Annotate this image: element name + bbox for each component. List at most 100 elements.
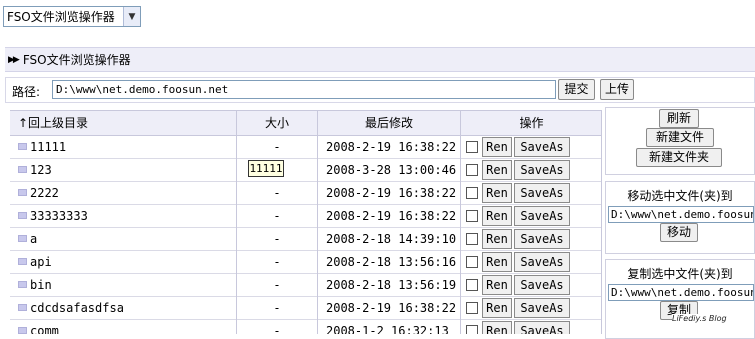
modified-header: 最后修改 [364, 116, 413, 130]
path-label: 路径: [12, 85, 41, 99]
actions-box: 刷新 新建文件 新建文件夹 [605, 107, 755, 175]
save-as-button[interactable]: SaveAs [514, 183, 570, 203]
save-as-button[interactable]: SaveAs [514, 298, 570, 318]
folder-icon [18, 281, 27, 288]
file-name-link[interactable]: comm [30, 320, 59, 334]
move-path-input[interactable]: D:\www\net.demo.foosun.net [608, 206, 754, 223]
double-arrow-icon: ▶▶ [8, 54, 20, 65]
chevron-down-icon[interactable]: ▼ [123, 7, 140, 26]
save-as-button[interactable]: SaveAs [514, 275, 570, 295]
watermark: LiFediy.s Blog [672, 314, 727, 323]
select-checkbox[interactable] [466, 302, 478, 314]
file-name-link[interactable]: 2222 [30, 182, 59, 204]
rename-button[interactable]: Ren [482, 229, 512, 249]
table-row: 11111 - 2008-2-19 16:38:22 Ren SaveAs [10, 136, 602, 159]
file-modified: 2008-3-28 13:00:46 [326, 163, 457, 177]
folder-icon [18, 212, 27, 219]
new-folder-button[interactable]: 新建文件夹 [636, 148, 722, 167]
move-box: 移动选中文件(夹)到 D:\www\net.demo.foosun.net 移动 [605, 181, 755, 254]
rename-button[interactable]: Ren [482, 321, 512, 334]
path-input[interactable]: D:\www\net.demo.foosun.net [52, 80, 556, 99]
file-name-link[interactable]: a [30, 228, 37, 250]
save-as-button[interactable]: SaveAs [514, 229, 570, 249]
rename-button[interactable]: Ren [482, 183, 512, 203]
rename-button[interactable]: Ren [482, 160, 512, 180]
folder-icon [18, 327, 27, 334]
folder-icon [18, 258, 27, 265]
rename-button[interactable]: Ren [482, 252, 512, 272]
file-name-link[interactable]: api [30, 251, 52, 273]
file-modified: 2008-2-19 16:38:22 [326, 186, 457, 200]
folder-icon [18, 189, 27, 196]
select-checkbox[interactable] [466, 164, 478, 176]
column-divider [317, 110, 318, 334]
move-button[interactable]: 移动 [660, 223, 698, 242]
save-as-button[interactable]: SaveAs [514, 206, 570, 226]
size-header: 大小 [264, 116, 289, 130]
action-header: 操作 [519, 116, 544, 130]
rename-button[interactable]: Ren [482, 275, 512, 295]
rename-button[interactable]: Ren [482, 298, 512, 318]
file-modified: 2008-2-18 13:56:16 [326, 255, 457, 269]
new-file-button[interactable]: 新建文件 [646, 128, 714, 147]
file-size: - [273, 301, 281, 315]
save-as-button[interactable]: SaveAs [514, 160, 570, 180]
file-name-link[interactable]: cdcdsafasdfsa [30, 297, 124, 319]
folder-icon [18, 143, 27, 150]
table-row: 2222 - 2008-2-19 16:38:22 Ren SaveAs [10, 182, 602, 205]
submit-button[interactable]: 提交 [558, 79, 595, 100]
select-checkbox[interactable] [466, 210, 478, 222]
file-size: - [273, 140, 281, 154]
copy-path-input[interactable]: D:\www\net.demo.foosun.net [608, 284, 754, 301]
copy-title: 复制选中文件(夹)到 [627, 267, 733, 281]
file-modified: 2008-2-19 16:38:22 [326, 140, 457, 154]
table-row: a - 2008-2-18 14:39:10 Ren SaveAs [10, 228, 602, 251]
file-modified: 2008-2-19 16:38:22 [326, 209, 457, 223]
select-checkbox[interactable] [466, 233, 478, 245]
refresh-button[interactable]: 刷新 [659, 109, 699, 128]
file-name-link[interactable]: 11111 [30, 136, 66, 158]
panel-title: FSO文件浏览操作器 [22, 53, 131, 67]
rename-button[interactable]: Ren [482, 137, 512, 157]
file-modified: 2008-2-18 13:56:19 [326, 278, 457, 292]
select-checkbox[interactable] [466, 187, 478, 199]
tool-select-value: FSO文件浏览操作器 [7, 10, 115, 24]
file-name-link[interactable]: bin [30, 274, 52, 296]
tooltip: 11111 [248, 160, 284, 177]
file-size: - [273, 324, 281, 334]
file-modified: 2008-2-18 14:39:10 [326, 232, 457, 246]
folder-icon [18, 166, 27, 173]
copy-box: 复制选中文件(夹)到 D:\www\net.demo.foosun.net 复制 [605, 259, 755, 339]
file-size: - [273, 232, 281, 246]
table-header: ↑回上级目录 大小 最后修改 操作 [10, 110, 602, 136]
column-divider [236, 110, 237, 334]
folder-icon [18, 235, 27, 242]
upload-button[interactable]: 上传 [600, 79, 634, 100]
select-checkbox[interactable] [466, 256, 478, 268]
rename-button[interactable]: Ren [482, 206, 512, 226]
file-name-link[interactable]: 123 [30, 159, 52, 181]
path-bar: 路径: D:\www\net.demo.foosun.net 提交 上传 [5, 77, 755, 103]
column-divider [601, 110, 602, 334]
panel-title-bar: ▶▶ FSO文件浏览操作器 [5, 47, 755, 72]
save-as-button[interactable]: SaveAs [514, 137, 570, 157]
table-row: cdcdsafasdfsa - 2008-2-19 16:38:22 Ren SaveA… [10, 297, 602, 320]
column-divider [460, 110, 461, 334]
file-name-link[interactable]: 33333333 [30, 205, 88, 227]
file-modified: 2008-1-2 16:32:13 [326, 324, 449, 334]
file-modified: 2008-2-19 16:38:22 [326, 301, 457, 315]
save-as-button[interactable]: SaveAs [514, 252, 570, 272]
table-row: 123-2008-3-28 13:00:46RenSaveAs [10, 159, 602, 182]
parent-dir-link[interactable]: ↑回上级目录 [18, 111, 88, 135]
select-checkbox[interactable] [466, 279, 478, 291]
select-checkbox[interactable] [466, 325, 478, 334]
tool-select[interactable]: FSO文件浏览操作器 ▼ [3, 6, 141, 27]
file-size: - [273, 209, 281, 223]
file-size: - [273, 186, 281, 200]
right-panel: 刷新 新建文件 新建文件夹 移动选中文件(夹)到 D:\www\net.demo… [605, 107, 755, 339]
select-checkbox[interactable] [466, 141, 478, 153]
file-size: - [273, 278, 281, 292]
file-size: - [273, 255, 281, 269]
save-as-button[interactable]: SaveAs [514, 321, 570, 334]
table-row: api - 2008-2-18 13:56:16 Ren SaveAs [10, 251, 602, 274]
